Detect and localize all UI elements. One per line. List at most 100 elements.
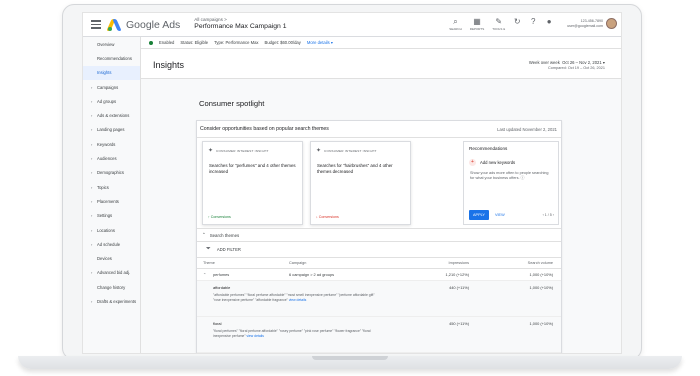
sidebar-item-settings[interactable]: › Settings — [83, 209, 140, 223]
breadcrumb[interactable]: All campaigns > Performance Max Campaign… — [194, 17, 286, 31]
range-label: Week over week — [528, 60, 560, 65]
chevron-up-icon: ⌃ — [202, 232, 206, 237]
insight-text: Searches for "perfumes" and 4 other them… — [209, 163, 296, 175]
page-header: Insights Week over week Oct 26 – Nov 2, … — [141, 49, 621, 79]
breadcrumb-parent[interactable]: All campaigns > — [194, 17, 286, 23]
chevron-right-icon: › — [91, 298, 93, 304]
insight-kicker: CONSUMER INTEREST INSIGHT — [216, 148, 269, 153]
subtheme-impressions: 440 (+11%) — [449, 285, 469, 290]
sidebar: Overview Recommendations Insights › Campaign… — [83, 37, 141, 353]
sidebar-item-label: Keywords — [97, 141, 116, 147]
sidebar-item-insights[interactable]: Insights — [83, 65, 140, 80]
spotlight-subtitle: Consider opportunities based on popular … — [200, 126, 329, 132]
subtheme-volume: 1,000 (+10%) — [529, 321, 553, 326]
col-impressions[interactable]: Impressions — [449, 261, 469, 265]
sidebar-item-landing-pages[interactable]: › Landing pages — [83, 123, 140, 137]
conversions-badge: ↑ Conversions — [208, 215, 231, 219]
col-theme[interactable]: Theme — [203, 261, 215, 265]
sidebar-item-ad-schedule[interactable]: › Ad schedule — [83, 237, 140, 251]
sidebar-item-label: Ad schedule — [97, 241, 121, 247]
sidebar-item-label: Insights — [97, 70, 112, 76]
insight-card-hairbrushes[interactable]: ✦ CONSUMER INTEREST INSIGHT Searches for … — [310, 141, 411, 225]
chevron-right-icon: › — [91, 270, 93, 276]
col-search-volume[interactable]: Search volume — [528, 261, 553, 265]
chevron-up-icon[interactable]: ⌃ — [203, 272, 206, 277]
menu-icon[interactable] — [91, 20, 101, 29]
enabled-status-dot-icon — [149, 40, 153, 45]
apply-button[interactable]: APPLY — [469, 210, 489, 220]
campaign-type: Type: Performance Max — [214, 40, 259, 45]
chevron-right-icon: › — [91, 141, 93, 147]
table-row[interactable]: ⌃ perfumes 6 campaign > 2 ad groups 1,21… — [197, 269, 561, 281]
tools-button[interactable]: ✎ TOOLS & — [492, 18, 505, 32]
subtheme-name: floral — [213, 321, 222, 326]
chevron-right-icon: › — [91, 170, 93, 176]
subtheme-volume: 1,000 (+10%) — [529, 285, 553, 290]
conversions-badge: ↓ Conversions — [316, 215, 339, 219]
avatar[interactable] — [606, 18, 617, 29]
table-subrow: floral "floral perfumes" "floral perfume… — [197, 317, 561, 353]
table-subrow: affordable "affordable perfumes" "floral… — [197, 281, 561, 317]
sidebar-item-drafts-experiments[interactable]: › Drafts & experiments — [83, 294, 140, 308]
refresh-button[interactable]: ↻ — [513, 18, 521, 26]
sidebar-item-advanced-bid-adj[interactable]: › Advanced bid adj. — [83, 266, 140, 280]
reports-button[interactable]: ▦ REPORTS — [470, 17, 484, 32]
view-button[interactable]: VIEW — [495, 213, 505, 217]
search-button[interactable]: ⌕ SEARCH — [449, 17, 462, 32]
notifications-button[interactable]: ● — [545, 18, 553, 26]
sidebar-item-campaigns[interactable]: › Campaigns — [83, 80, 140, 94]
sidebar-item-demographics[interactable]: › Demographics — [83, 166, 140, 180]
col-campaign[interactable]: Campaign — [289, 261, 306, 265]
account-switcher[interactable]: 123-456-7890 user@googlemail.com — [567, 18, 617, 29]
sidebar-item-topics[interactable]: › Topics — [83, 180, 140, 194]
sidebar-item-placements[interactable]: › Placements — [83, 194, 140, 208]
sidebar-item-label: Campaigns — [97, 84, 119, 90]
insight-card-perfumes[interactable]: ✦ CONSUMER INTEREST INSIGHT Searches for … — [202, 141, 303, 225]
campaign-status-strip: Enabled Status: Eligible Type: Performan… — [141, 37, 621, 49]
search-themes-section: ⌃ Search themes ⏷ ADD FILTER Theme Campaig… — [197, 228, 561, 353]
sidebar-item-ad-groups[interactable]: › Ad groups — [83, 94, 140, 108]
sidebar-item-keywords[interactable]: › Keywords — [83, 137, 140, 151]
main-content: Consumer spotlight Consider opportunitie… — [141, 79, 621, 353]
theme-impressions: 1,210 (+12%) — [445, 272, 469, 277]
help-icon[interactable]: ⓘ — [521, 176, 525, 180]
help-button[interactable]: ? — [529, 18, 537, 26]
view-details-link[interactable]: view details — [289, 298, 307, 302]
recommendations-title: Recommendations — [469, 146, 508, 151]
google-ads-logo[interactable]: Google Ads — [106, 18, 180, 31]
last-updated: Last updated November 2, 2021 — [497, 126, 557, 132]
sidebar-item-devices[interactable]: Devices — [83, 251, 140, 265]
sidebar-item-ads-extensions[interactable]: › Ads & extensions — [83, 108, 140, 122]
more-details-link[interactable]: More details ▾ — [307, 40, 333, 45]
recommendation-pager[interactable]: ‹ 1 / 5 › — [543, 213, 554, 217]
theme-name: perfumes — [213, 272, 230, 277]
sidebar-item-label: Landing pages — [97, 127, 125, 133]
sidebar-item-overview[interactable]: Overview — [83, 37, 140, 51]
sidebar-item-recommendations[interactable]: Recommendations — [83, 51, 140, 65]
search-icon: ⌕ — [453, 17, 458, 26]
reports-icon: ▦ — [473, 17, 481, 26]
enabled-status[interactable]: Enabled — [159, 40, 174, 45]
sidebar-item-change-history[interactable]: Change history — [83, 280, 140, 294]
recommendation-name: Add new keywords — [480, 160, 516, 165]
date-range-picker[interactable]: Week over week Oct 26 – Nov 2, 2021 ▾ Co… — [529, 60, 605, 72]
page-title: Insights — [153, 60, 185, 70]
filter-icon: ⏷ — [206, 246, 211, 252]
laptop-notch — [312, 356, 388, 360]
sidebar-item-label: Drafts & experiments — [97, 298, 137, 304]
view-details-link[interactable]: view details — [246, 334, 264, 338]
recommendation-description: Show your ads more often to people searc… — [470, 171, 549, 181]
account-email: user@googlemail.com — [567, 23, 603, 28]
sidebar-item-locations[interactable]: › Locations — [83, 223, 140, 237]
refresh-icon: ↻ — [513, 17, 521, 26]
campaign-title[interactable]: Performance Max Campaign 1 — [194, 24, 286, 31]
chevron-right-icon: › — [91, 213, 93, 219]
add-filter-button[interactable]: ⏷ ADD FILTER — [197, 242, 561, 258]
subtheme-queries: "floral perfumes" "floral perfume afford… — [213, 329, 371, 338]
search-themes-toggle[interactable]: ⌃ Search themes — [197, 229, 561, 242]
sidebar-item-audiences[interactable]: › Audiences — [83, 151, 140, 165]
theme-campaign: 6 campaign > 2 ad groups — [289, 272, 335, 277]
sidebar-item-label: Devices — [97, 256, 112, 262]
top-bar: Google Ads All campaigns > Performance M… — [83, 13, 621, 37]
sidebar-item-label: Recommendations — [97, 55, 132, 61]
